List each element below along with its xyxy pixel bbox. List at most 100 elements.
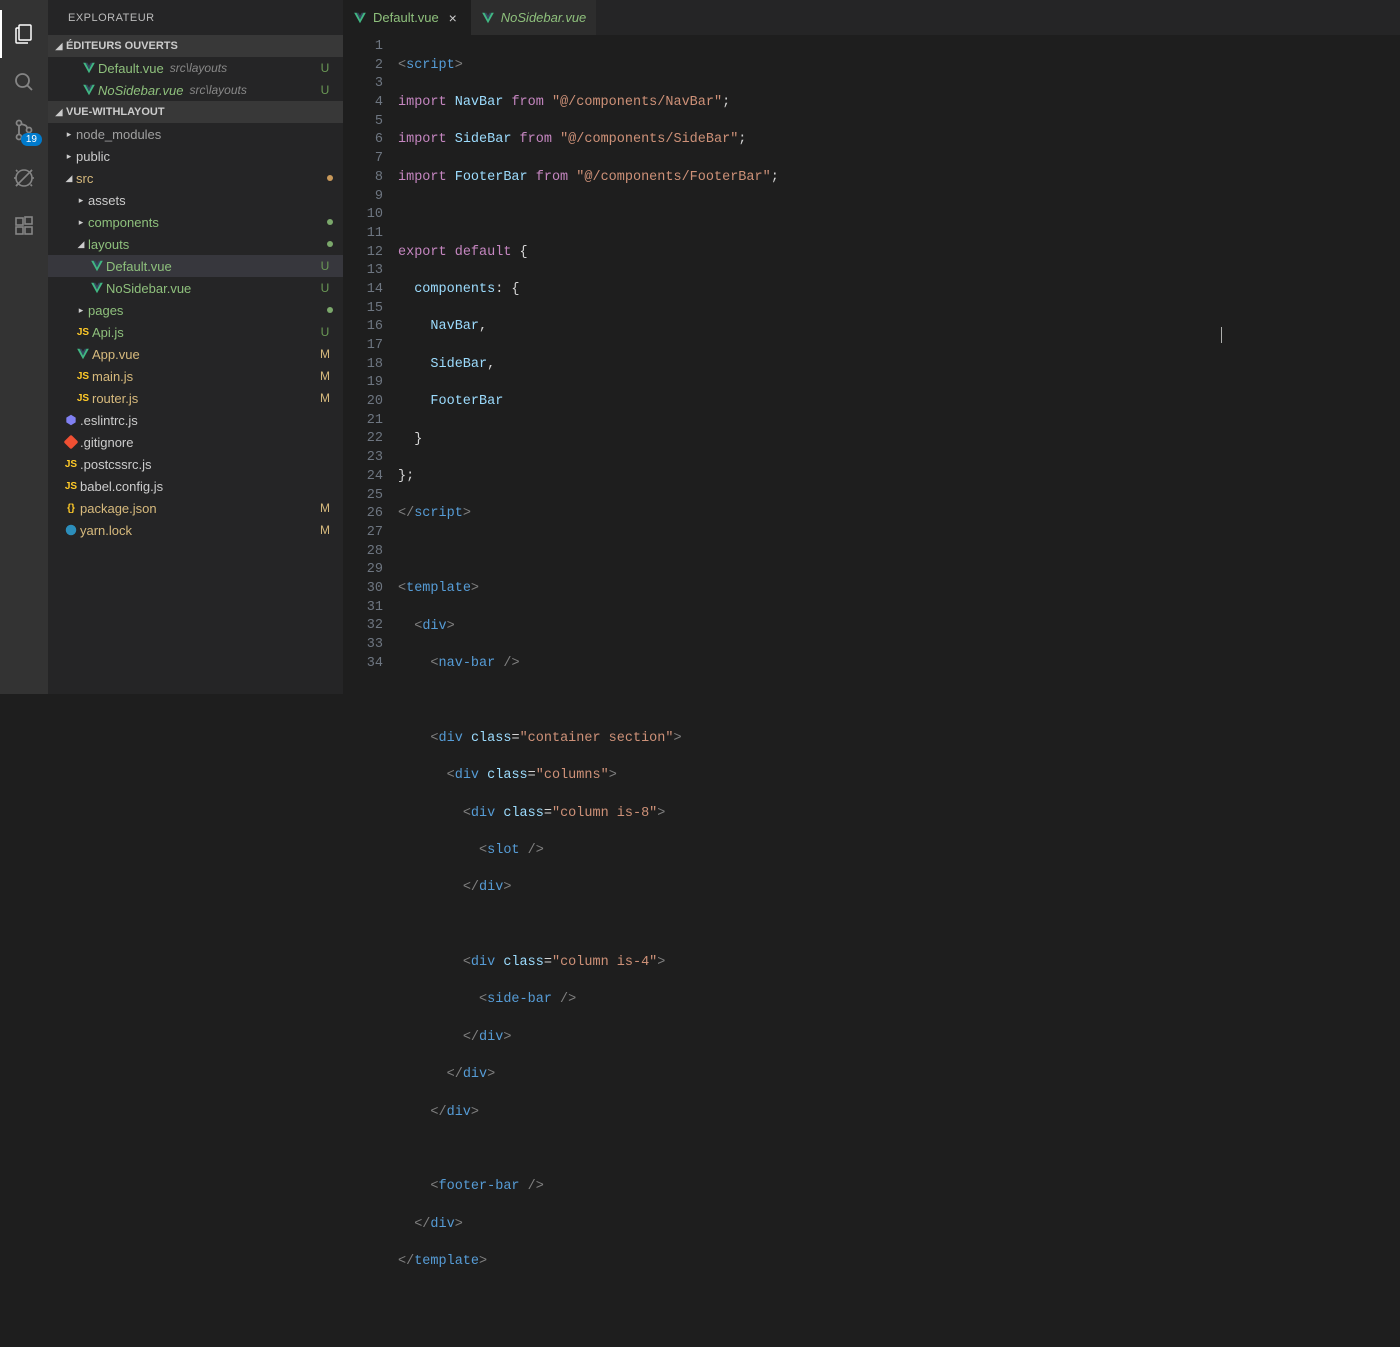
git-icon bbox=[62, 435, 80, 449]
tab-bar: Default.vue × NoSidebar.vue bbox=[343, 0, 1400, 35]
git-status: U bbox=[317, 259, 333, 273]
file-label: App.vue bbox=[92, 347, 140, 362]
js-icon: JS bbox=[62, 459, 80, 470]
folder-label: assets bbox=[88, 193, 126, 208]
file-app-vue[interactable]: App.vue M bbox=[48, 343, 343, 365]
file-default-vue[interactable]: Default.vue U bbox=[48, 255, 343, 277]
file-router-js[interactable]: JS router.js M bbox=[48, 387, 343, 409]
debug-icon bbox=[12, 166, 36, 190]
folder-pages[interactable]: ▸ pages bbox=[48, 299, 343, 321]
open-editor-name: NoSidebar.vue bbox=[98, 83, 184, 98]
file-eslintrc[interactable]: .eslintrc.js bbox=[48, 409, 343, 431]
file-label: NoSidebar.vue bbox=[106, 281, 191, 296]
chevron-right-icon: ▸ bbox=[74, 305, 88, 316]
git-status: U bbox=[317, 281, 333, 295]
activity-bar: 19 bbox=[0, 0, 48, 694]
open-editor-name: Default.vue bbox=[98, 61, 164, 76]
code-editor[interactable]: 1234567891011121314151617181920212223242… bbox=[343, 35, 1400, 1347]
chevron-down-icon: ◢ bbox=[52, 41, 66, 52]
tab-default-vue[interactable]: Default.vue × bbox=[343, 0, 471, 35]
js-icon: JS bbox=[74, 393, 92, 404]
folder-layouts[interactable]: ◢ layouts bbox=[48, 233, 343, 255]
git-status: U bbox=[317, 61, 333, 75]
vue-icon bbox=[353, 11, 367, 25]
file-label: package.json bbox=[80, 501, 157, 516]
git-dot bbox=[327, 175, 333, 181]
file-yarn[interactable]: yarn.lock M bbox=[48, 519, 343, 541]
file-nosidebar-vue[interactable]: NoSidebar.vue U bbox=[48, 277, 343, 299]
git-dot bbox=[327, 307, 333, 313]
file-gitignore[interactable]: .gitignore bbox=[48, 431, 343, 453]
open-editor-item[interactable]: Default.vue src\layouts U bbox=[48, 57, 343, 79]
git-status: M bbox=[317, 369, 333, 383]
vue-icon bbox=[88, 259, 106, 273]
git-status: M bbox=[317, 347, 333, 361]
activity-debug[interactable] bbox=[0, 154, 48, 202]
vue-icon bbox=[74, 347, 92, 361]
extensions-icon bbox=[12, 214, 36, 238]
file-postcssrc[interactable]: JS .postcssrc.js bbox=[48, 453, 343, 475]
file-label: Api.js bbox=[92, 325, 124, 340]
git-dot bbox=[327, 241, 333, 247]
vue-icon bbox=[80, 83, 98, 97]
folder-label: node_modules bbox=[76, 127, 161, 142]
folder-components[interactable]: ▸ components bbox=[48, 211, 343, 233]
code-content[interactable]: <script> import NavBar from "@/component… bbox=[398, 35, 1400, 1347]
folder-label: pages bbox=[88, 303, 123, 318]
chevron-right-icon: ▸ bbox=[74, 195, 88, 206]
file-label: .eslintrc.js bbox=[80, 413, 138, 428]
activity-search[interactable] bbox=[0, 58, 48, 106]
open-editors-title: ÉDITEURS OUVERTS bbox=[66, 40, 178, 52]
vue-icon bbox=[80, 61, 98, 75]
open-editor-item[interactable]: NoSidebar.vue src\layouts U bbox=[48, 79, 343, 101]
open-editors-header[interactable]: ◢ ÉDITEURS OUVERTS bbox=[48, 35, 343, 57]
file-label: router.js bbox=[92, 391, 138, 406]
git-status: M bbox=[317, 501, 333, 515]
file-label: yarn.lock bbox=[80, 523, 132, 538]
folder-label: components bbox=[88, 215, 159, 230]
js-icon: JS bbox=[74, 327, 92, 338]
vue-icon bbox=[481, 11, 495, 25]
git-status: M bbox=[317, 391, 333, 405]
tab-nosidebar-vue[interactable]: NoSidebar.vue bbox=[471, 0, 597, 35]
activity-extensions[interactable] bbox=[0, 202, 48, 250]
project-title: VUE-WITHLAYOUT bbox=[66, 106, 165, 118]
file-api-js[interactable]: JS Api.js U bbox=[48, 321, 343, 343]
file-label: babel.config.js bbox=[80, 479, 163, 494]
file-package[interactable]: {} package.json M bbox=[48, 497, 343, 519]
project-header[interactable]: ◢ VUE-WITHLAYOUT bbox=[48, 101, 343, 123]
search-icon bbox=[12, 70, 36, 94]
editor-area: Default.vue × NoSidebar.vue 123456789101… bbox=[343, 0, 1400, 694]
close-icon[interactable]: × bbox=[445, 10, 461, 26]
text-cursor bbox=[1221, 327, 1222, 343]
file-label: Default.vue bbox=[106, 259, 172, 274]
folder-node-modules[interactable]: ▸ node_modules bbox=[48, 123, 343, 145]
git-status: U bbox=[317, 325, 333, 339]
folder-label: src bbox=[76, 171, 93, 186]
explorer-sidebar: EXPLORATEUR ◢ ÉDITEURS OUVERTS Default.v… bbox=[48, 0, 343, 694]
open-editor-path: src\layouts bbox=[190, 83, 247, 97]
scm-badge: 19 bbox=[21, 133, 42, 146]
activity-explorer[interactable] bbox=[0, 10, 48, 58]
chevron-down-icon: ◢ bbox=[74, 239, 88, 250]
yarn-icon bbox=[62, 523, 80, 537]
file-main-js[interactable]: JS main.js M bbox=[48, 365, 343, 387]
file-label: .gitignore bbox=[80, 435, 133, 450]
js-icon: JS bbox=[74, 371, 92, 382]
folder-assets[interactable]: ▸ assets bbox=[48, 189, 343, 211]
folder-label: public bbox=[76, 149, 110, 164]
vue-icon bbox=[88, 281, 106, 295]
file-label: main.js bbox=[92, 369, 133, 384]
file-babel[interactable]: JS babel.config.js bbox=[48, 475, 343, 497]
json-icon: {} bbox=[62, 503, 80, 514]
git-dot bbox=[327, 219, 333, 225]
folder-label: layouts bbox=[88, 237, 129, 252]
folder-src[interactable]: ◢ src bbox=[48, 167, 343, 189]
line-gutter: 1234567891011121314151617181920212223242… bbox=[343, 35, 398, 1347]
eslint-icon bbox=[62, 413, 80, 427]
js-icon: JS bbox=[62, 481, 80, 492]
chevron-down-icon: ◢ bbox=[62, 173, 76, 184]
activity-scm[interactable]: 19 bbox=[0, 106, 48, 154]
chevron-right-icon: ▸ bbox=[74, 217, 88, 228]
folder-public[interactable]: ▸ public bbox=[48, 145, 343, 167]
